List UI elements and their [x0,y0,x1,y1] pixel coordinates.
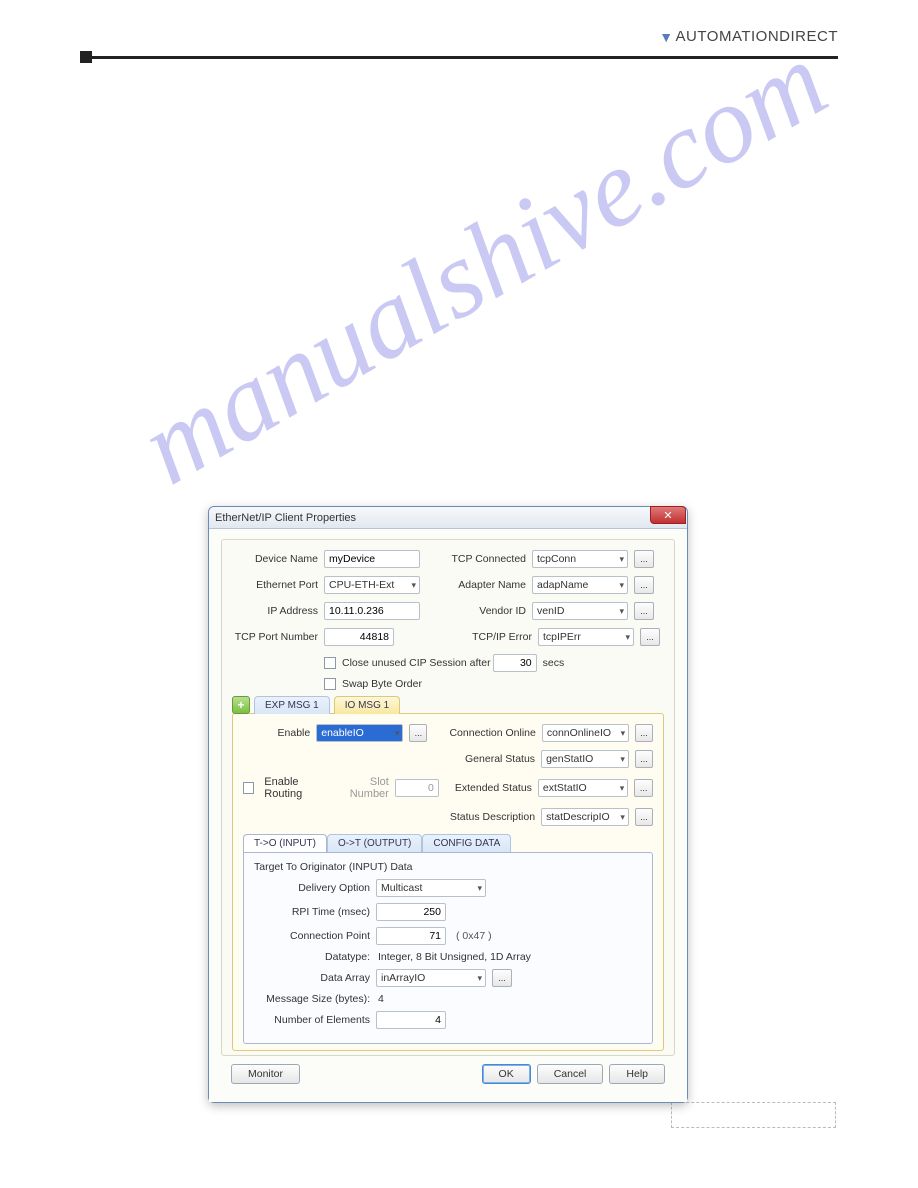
enable-routing-checkbox[interactable] [243,782,254,794]
device-name-field[interactable] [324,550,420,568]
ethernet-port-label: Ethernet Port [232,579,318,591]
delivery-option-label: Delivery Option [254,882,370,894]
ethernet-port-combo[interactable]: CPU-ETH-Ext [324,576,420,594]
input-data-panel: Target To Originator (INPUT) Data Delive… [243,852,653,1044]
ext-status-combo[interactable]: extStatIO [538,779,628,797]
brand-text: AUTOMATIONDIRECT [676,28,838,45]
tcp-port-label: TCP Port Number [232,631,318,643]
enable-browse-button[interactable]: ... [409,724,427,742]
close-button[interactable]: ✕ [650,506,686,524]
rpi-time-label: RPI Time (msec) [254,906,370,918]
message-size-label: Message Size (bytes): [254,993,370,1005]
number-of-elements-label: Number of Elements [254,1014,370,1026]
plus-icon: + [237,698,244,712]
data-array-label: Data Array [254,972,370,984]
vendor-id-label: Vendor ID [444,605,526,617]
data-array-combo[interactable]: inArrayIO [376,969,486,987]
tcp-error-browse-button[interactable]: ... [640,628,660,646]
close-session-label: Close unused CIP Session after [342,657,491,669]
delivery-option-combo[interactable]: Multicast [376,879,486,897]
connection-point-field[interactable] [376,927,446,945]
swap-byte-order-label: Swap Byte Order [342,678,422,690]
connection-group: Device Name TCP Connected tcpConn ... Et… [221,539,675,1056]
io-msg-panel: Enable enableIO ... Connection Online co… [232,713,664,1051]
tab-io-msg-1[interactable]: IO MSG 1 [334,696,400,714]
subtab-t-to-o-input[interactable]: T->O (INPUT) [243,834,327,852]
tcp-error-label: TCP/IP Error [450,631,532,643]
status-desc-combo[interactable]: statDescripIO [541,808,629,826]
close-session-seconds-field[interactable] [493,654,537,672]
ip-address-label: IP Address [232,605,318,617]
conn-online-label: Connection Online [447,727,535,739]
slot-number-label: Slot Number [337,776,389,800]
connection-point-hex: ( 0x47 ) [456,930,492,942]
ext-status-browse-button[interactable]: ... [634,779,653,797]
tcp-connected-label: TCP Connected [444,553,526,565]
cancel-button[interactable]: Cancel [537,1064,604,1084]
brand-arrow-icon: ▼ [659,29,673,45]
brand-header: ▼ AUTOMATIONDIRECT [659,28,838,45]
adapter-name-browse-button[interactable]: ... [634,576,654,594]
dashed-placeholder [671,1102,836,1128]
gen-status-combo[interactable]: genStatIO [541,750,629,768]
add-message-button[interactable]: + [232,696,250,714]
secs-label: secs [543,657,565,669]
datatype-value: Integer, 8 Bit Unsigned, 1D Array [378,951,531,963]
dialog-button-row: Monitor OK Cancel Help [221,1056,675,1092]
close-icon: ✕ [663,509,672,522]
message-size-value: 4 [378,993,384,1005]
adapter-name-label: Adapter Name [444,579,526,591]
slot-number-field[interactable] [395,779,439,797]
number-of-elements-field[interactable] [376,1011,446,1029]
dialog-body: Device Name TCP Connected tcpConn ... Et… [209,529,687,1102]
device-name-label: Device Name [232,553,318,565]
watermark: manualshive.com [120,17,848,510]
data-array-browse-button[interactable]: ... [492,969,512,987]
tcp-connected-browse-button[interactable]: ... [634,550,654,568]
header-rule [80,56,838,59]
tcp-connected-combo[interactable]: tcpConn [532,550,628,568]
conn-online-browse-button[interactable]: ... [635,724,653,742]
enable-label: Enable [243,727,310,739]
connection-point-label: Connection Point [254,930,370,942]
ethernetip-dialog: EtherNet/IP Client Properties ✕ Device N… [208,506,688,1103]
ext-status-label: Extended Status [445,782,532,794]
tcp-port-field[interactable] [324,628,394,646]
ip-address-field[interactable] [324,602,420,620]
conn-online-combo[interactable]: connOnlineIO [542,724,629,742]
subtab-o-to-t-output[interactable]: O->T (OUTPUT) [327,834,422,852]
enable-combo[interactable]: enableIO [316,724,403,742]
vendor-id-combo[interactable]: venID [532,602,628,620]
rpi-time-field[interactable] [376,903,446,921]
titlebar: EtherNet/IP Client Properties ✕ [209,507,687,529]
enable-routing-label: Enable Routing [264,776,331,800]
close-session-checkbox[interactable] [324,657,336,669]
tab-exp-msg-1[interactable]: EXP MSG 1 [254,696,330,714]
status-desc-browse-button[interactable]: ... [635,808,653,826]
help-button[interactable]: Help [609,1064,665,1084]
tcp-error-combo[interactable]: tcpIPErr [538,628,634,646]
monitor-button[interactable]: Monitor [231,1064,300,1084]
ok-button[interactable]: OK [482,1064,531,1084]
input-section-title: Target To Originator (INPUT) Data [254,861,642,873]
status-desc-label: Status Description [446,811,535,823]
vendor-id-browse-button[interactable]: ... [634,602,654,620]
gen-status-label: General Status [446,753,535,765]
subtab-config-data[interactable]: CONFIG DATA [422,834,511,852]
datatype-label: Datatype: [254,951,370,963]
dialog-title: EtherNet/IP Client Properties [215,512,356,524]
swap-byte-order-checkbox[interactable] [324,678,336,690]
adapter-name-combo[interactable]: adapName [532,576,628,594]
gen-status-browse-button[interactable]: ... [635,750,653,768]
